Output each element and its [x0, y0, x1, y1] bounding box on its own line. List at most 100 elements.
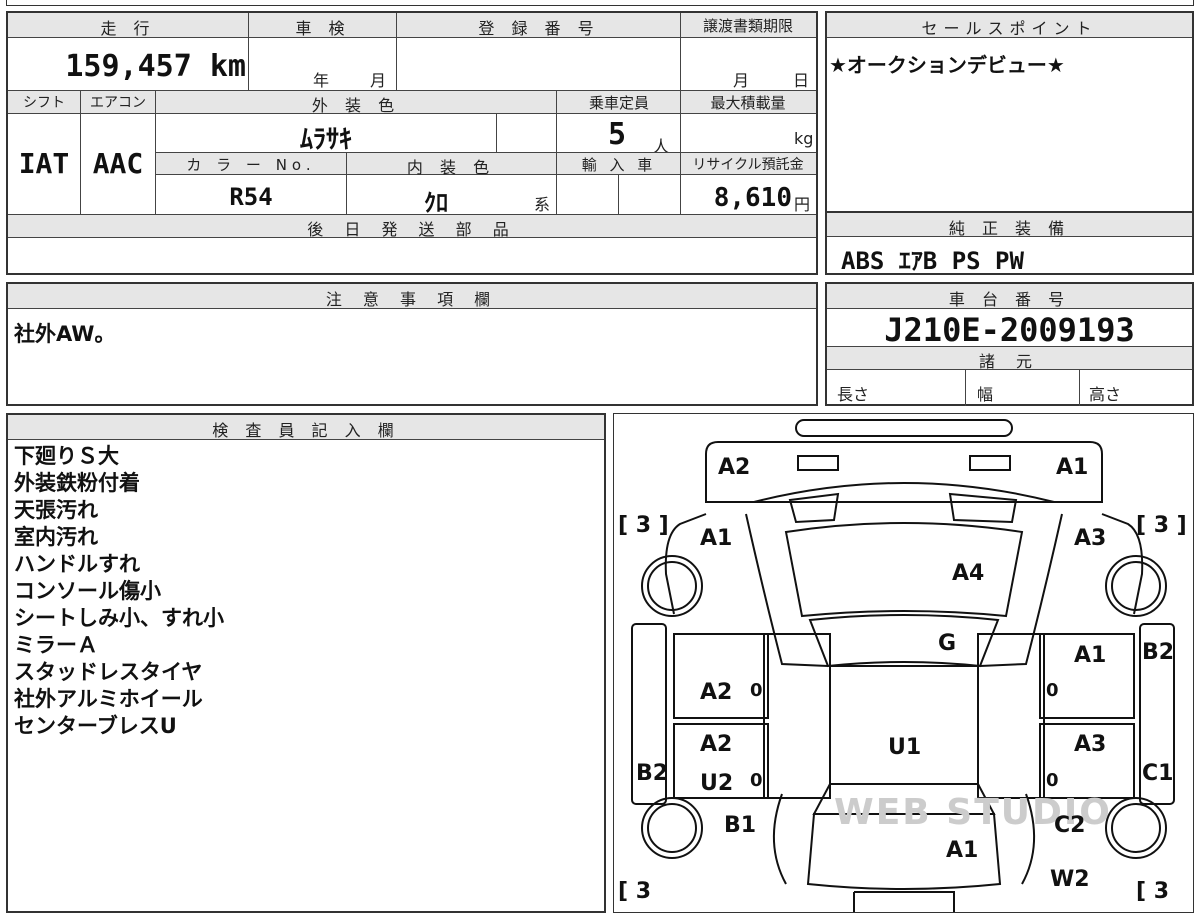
recycle-value: 8,610: [713, 183, 792, 213]
later-parts-label: 後 日 発 送 部 品: [307, 220, 517, 239]
inspector-label: 検 査 員 記 入 欄: [212, 421, 400, 440]
mark-front-door-right: A1: [1074, 643, 1106, 668]
max-load-unit: kg: [794, 129, 814, 148]
standard-equipment-text: ABS ｴｱB PS PW: [841, 247, 1024, 275]
mark-door-left-front-zero: 0: [750, 680, 763, 701]
mark-trunk: A1: [946, 838, 978, 863]
remark-line: ミラーＡ: [14, 633, 98, 657]
notes-label: 注 意 事 項 欄: [325, 290, 499, 309]
interior-color-value: ｸﾛ: [424, 189, 448, 217]
mark-roof: U1: [888, 735, 921, 760]
sales-point-label: セールスポイント: [921, 19, 1098, 38]
specs-label: 諸 元: [978, 352, 1041, 371]
top-cutoff-strip: [6, 0, 1194, 6]
mark-rear-door-right: A3: [1074, 732, 1106, 757]
remark-line: 外装鉄粉付着: [14, 471, 140, 495]
mark-rear-right: W2: [1050, 867, 1090, 892]
chassis-box: 車 台 番 号 J210E-2009193 諸 元 長さ 幅 高さ: [825, 282, 1194, 406]
inspection-month-unit: 月: [370, 71, 387, 90]
mark-pillar-right: B2: [1142, 640, 1174, 665]
headlight-right: [969, 455, 1011, 471]
mark-tire-front-right: [ 3 ]: [1136, 513, 1187, 538]
front-door-left: [673, 633, 769, 719]
remark-line: スタッドレスタイヤ: [14, 660, 203, 684]
remark-line: 天張汚れ: [14, 498, 98, 522]
tire-rear-right: [1105, 797, 1167, 859]
remark-line: ハンドルすれ: [14, 552, 140, 576]
mark-fender-front-right: A3: [1074, 526, 1106, 551]
mark-front-door-left: A2: [700, 680, 732, 705]
door-frame-right: [977, 633, 1045, 799]
car-damage-diagram: WEB STUDIO A2 A1 [ 3 ] [ 3 ] A1 A3 A4 G …: [613, 413, 1194, 913]
exterior-color-label: 外 装 色: [311, 96, 401, 115]
quarter-left: [773, 793, 787, 885]
wheel-rear-left: [647, 803, 697, 853]
door-frame-left: [763, 633, 831, 799]
front-bumper-grille: [795, 419, 1013, 437]
capacity-value: 5: [608, 117, 627, 152]
mark-tire-front-left: [ 3 ]: [618, 513, 669, 538]
registration-label: 登 録 番 号: [478, 19, 600, 38]
tire-rear-left: [641, 797, 703, 859]
mark-windshield: G: [938, 631, 956, 656]
mark-sill-left: B2: [636, 761, 668, 786]
transfer-month-unit: 月: [733, 71, 750, 90]
vehicle-info-form: 走 行 車 検 登 録 番 号 譲渡書類期限 159,457 km 年 月 月 …: [6, 11, 818, 275]
recycle-unit: 円: [794, 195, 811, 214]
mark-door-right-rear-zero: 0: [1046, 770, 1059, 791]
rear-bumper-fragment: [853, 891, 955, 912]
recycle-label: リサイクル預託金: [692, 157, 804, 173]
headlight-left: [797, 455, 839, 471]
remark-line: コンソール傷小: [14, 579, 161, 603]
transfer-day-unit: 日: [793, 71, 810, 90]
shift-label: シフト: [23, 95, 65, 111]
color-no-value: R54: [229, 183, 273, 211]
inspection-label: 車 検: [295, 19, 351, 38]
remark-line: 下廻りＳ大: [14, 444, 119, 468]
transfer-deadline-label: 譲渡書類期限: [702, 17, 793, 35]
hood-panel: [784, 522, 1024, 618]
remark-line: センターブレスU: [14, 714, 177, 738]
length-label: 長さ: [837, 385, 870, 404]
mark-door-left-rear-zero: 0: [750, 770, 763, 791]
mark-quarter-right: C2: [1054, 813, 1085, 838]
mark-sill-right: C1: [1142, 761, 1173, 786]
chassis-label: 車 台 番 号: [948, 290, 1071, 309]
notes-text: 社外AW。: [14, 322, 116, 346]
car-outline-svg: WEB STUDIO A2 A1 [ 3 ] [ 3 ] A1 A3 A4 G …: [618, 419, 1187, 912]
mark-quarter-left: B1: [724, 813, 756, 838]
fog-left: [788, 492, 840, 524]
notes-box: 注 意 事 項 欄 社外AW。: [6, 282, 818, 406]
remark-line: 室内汚れ: [14, 525, 98, 549]
mark-front-right-corner: A1: [1056, 455, 1088, 480]
fog-right: [948, 492, 1018, 524]
interior-color-label: 内 装 色: [406, 158, 496, 177]
capacity-label: 乗車定員: [588, 94, 649, 112]
import-label: 輸 入 車: [581, 156, 657, 174]
sales-point-box: セールスポイント ★オークションデビュー★: [825, 11, 1194, 213]
mark-hood: A4: [952, 561, 984, 586]
remark-line: シートしみ小、すれ小: [14, 606, 224, 630]
height-label: 高さ: [1089, 385, 1122, 404]
front-bumper: [705, 441, 1103, 503]
chassis-number: J210E-2009193: [884, 311, 1135, 349]
mark-rear-door-left-a: A2: [700, 732, 732, 757]
wheel-rear-right: [1111, 803, 1161, 853]
remark-line: 社外アルミホイール: [14, 687, 203, 711]
aircon-value: AAC: [92, 147, 144, 180]
roof-panel: [829, 665, 979, 785]
mark-fender-front-left: A1: [700, 526, 732, 551]
mileage-value: 159,457 km: [65, 49, 246, 84]
aircon-label: エアコン: [90, 95, 146, 111]
standard-equipment-box: 純 正 装 備 ABS ｴｱB PS PW: [825, 211, 1194, 275]
exterior-color-value: ﾑﾗｻｷ: [299, 125, 352, 155]
interior-color-unit: 系: [534, 195, 551, 214]
mark-tire-rear-left: [ 3: [618, 879, 651, 904]
mark-door-right-front-zero: 0: [1046, 680, 1059, 701]
windshield-panel: [808, 614, 1000, 668]
mark-front-left-corner: A2: [718, 455, 750, 480]
shift-value: IAT: [18, 147, 70, 180]
inspector-remarks-list: 下廻りＳ大 外装鉄粉付着 天張汚れ 室内汚れ ハンドルすれ コンソール傷小 シー…: [14, 443, 224, 740]
mileage-label: 走 行: [100, 19, 156, 38]
inspection-year-unit: 年: [313, 71, 330, 90]
